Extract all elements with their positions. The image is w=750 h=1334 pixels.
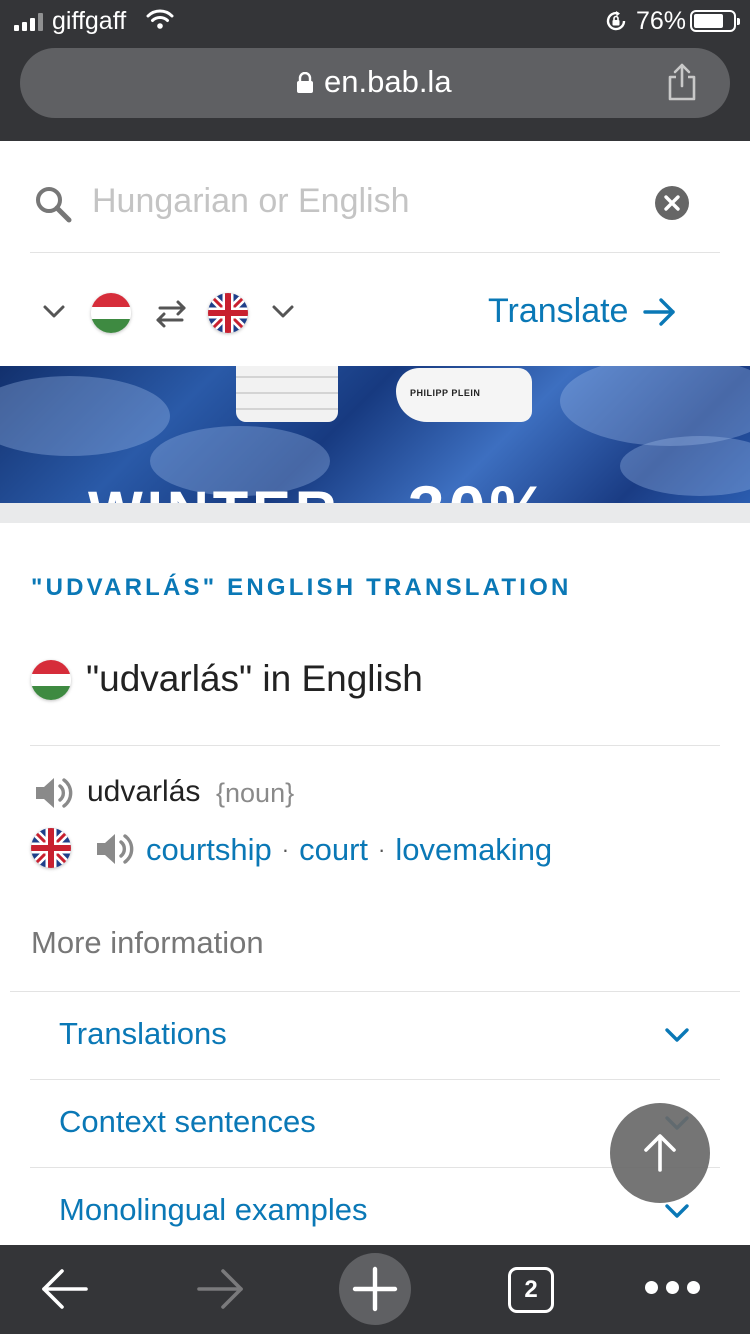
- language-selector-row: Translate: [0, 286, 750, 346]
- accordion-label: Translations: [59, 1016, 227, 1051]
- dot: [645, 1281, 658, 1294]
- battery-icon: [690, 10, 740, 32]
- separator: ·: [281, 837, 290, 862]
- carrier-name: giffgaff: [52, 7, 127, 35]
- more-menu-button[interactable]: [645, 1281, 700, 1294]
- status-bar: giffgaff 76%: [0, 0, 750, 44]
- accordion-label: Context sentences: [59, 1104, 316, 1139]
- ad-pattern: [620, 436, 750, 496]
- battery-percent: 76%: [636, 7, 687, 35]
- search-icon: [36, 187, 72, 223]
- swap-languages-icon[interactable]: [152, 298, 190, 330]
- advertisement-banner[interactable]: PHILIPP PLEIN WINTER 30%: [0, 366, 750, 503]
- browser-top-bar: giffgaff 76% en.bab.la: [0, 0, 750, 141]
- plus-icon: [352, 1266, 398, 1312]
- ad-pattern: [0, 376, 170, 456]
- accordion-translations[interactable]: Translations: [30, 992, 720, 1080]
- part-of-speech: {noun}: [216, 778, 295, 808]
- dot: [687, 1281, 700, 1294]
- cell-signal-icon: [14, 13, 43, 31]
- entry-word: udvarlás: [87, 775, 201, 808]
- target-language-dropdown[interactable]: [271, 304, 295, 320]
- more-information-title: More information: [31, 925, 264, 960]
- separator: ·: [378, 837, 386, 862]
- ad-jacket-image: [236, 366, 338, 422]
- hungarian-flag-icon[interactable]: [91, 293, 131, 333]
- chevron-down-icon: [665, 1204, 689, 1218]
- battery-nub: [737, 18, 740, 25]
- search-panel: Translate: [0, 141, 750, 366]
- uk-flag-icon: [31, 828, 71, 868]
- chevron-down-icon: [665, 1028, 689, 1042]
- back-arrow-icon[interactable]: [40, 1267, 90, 1311]
- divider: [30, 745, 720, 746]
- translation-link[interactable]: lovemaking: [395, 832, 552, 868]
- address-bar[interactable]: en.bab.la: [20, 48, 730, 118]
- close-icon: [664, 195, 680, 211]
- forward-arrow-icon[interactable]: [195, 1267, 245, 1311]
- divider: [30, 252, 720, 253]
- translate-button[interactable]: Translate: [488, 292, 678, 331]
- result-heading: "udvarlás" in English: [86, 658, 423, 699]
- source-entry: udvarlás {noun}: [0, 770, 750, 816]
- rotation-lock-icon: [606, 11, 626, 31]
- speaker-icon[interactable]: [34, 774, 74, 812]
- battery-fill: [694, 14, 723, 28]
- clear-search-button[interactable]: [655, 186, 689, 220]
- browser-toolbar: 2: [0, 1245, 750, 1334]
- accordion-monolingual-examples[interactable]: Monolingual examples: [30, 1168, 720, 1256]
- arrow-up-icon: [644, 1134, 676, 1172]
- dot: [666, 1281, 679, 1294]
- translate-label: Translate: [488, 292, 629, 330]
- new-tab-button[interactable]: [339, 1253, 411, 1325]
- source-language-dropdown[interactable]: [42, 304, 66, 320]
- ad-separator: [0, 503, 750, 523]
- ad-discount: 30%: [408, 471, 552, 503]
- uk-flag-icon[interactable]: [208, 293, 248, 333]
- ad-headline: WINTER: [88, 479, 341, 503]
- section-title: "UDVARLÁS" ENGLISH TRANSLATION: [31, 574, 572, 601]
- translation-row: courtship · court · lovemaking: [0, 826, 750, 872]
- ad-pattern: [560, 366, 750, 446]
- ad-sneaker-image: PHILIPP PLEIN: [396, 368, 532, 422]
- url-text[interactable]: en.bab.la: [324, 64, 452, 100]
- padlock-icon: [297, 72, 313, 93]
- translation-link[interactable]: court: [299, 832, 368, 868]
- share-icon[interactable]: [666, 62, 698, 102]
- scroll-to-top-button[interactable]: [610, 1103, 710, 1203]
- translation-list: courtship · court · lovemaking: [146, 832, 552, 868]
- tab-switcher-button[interactable]: 2: [508, 1267, 554, 1313]
- speaker-icon[interactable]: [95, 830, 135, 868]
- accordion-label: Monolingual examples: [59, 1192, 368, 1227]
- wifi-icon: [146, 9, 174, 29]
- search-input[interactable]: [92, 177, 632, 225]
- translation-link[interactable]: courtship: [146, 832, 272, 868]
- ad-brand-logo: PHILIPP PLEIN: [410, 388, 481, 398]
- arrow-right-icon: [643, 297, 676, 326]
- hungarian-flag-icon: [31, 660, 71, 700]
